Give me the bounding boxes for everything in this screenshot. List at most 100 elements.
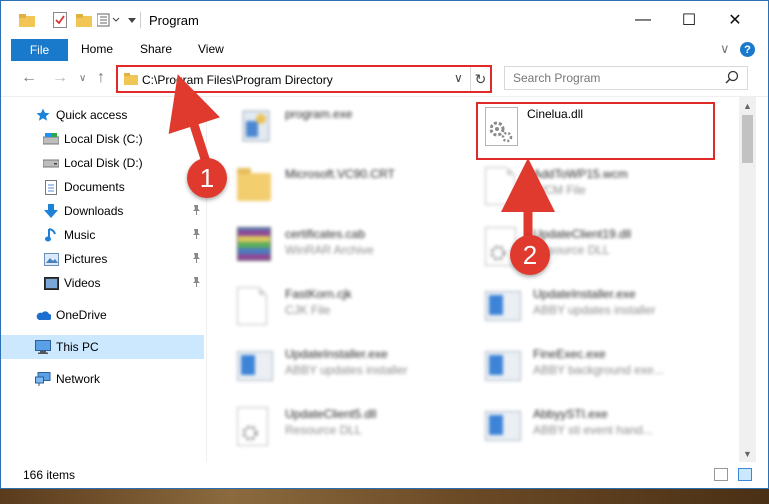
- navigation-bar: ← → ∨ ↑ C:\Program Files\Program Directo…: [1, 61, 768, 97]
- list-item[interactable]: FastKorn.cjk CJK File: [215, 279, 455, 335]
- sidebar-item-pictures[interactable]: Pictures: [1, 247, 204, 271]
- vertical-scrollbar[interactable]: ▲ ▼: [739, 97, 756, 462]
- address-dropdown-icon[interactable]: ∨: [454, 71, 463, 85]
- sidebar-item-videos[interactable]: Videos: [1, 271, 204, 295]
- file-type: ABBY background exe...: [533, 363, 664, 377]
- status-bar: 166 items: [1, 462, 768, 488]
- customize-toolbar-icon[interactable]: [97, 11, 125, 29]
- sidebar-item-label: Downloads: [64, 204, 124, 218]
- pin-icon[interactable]: [191, 277, 201, 290]
- ribbon: File Home Share View ∨ ?: [1, 39, 768, 61]
- close-button[interactable]: ✕: [712, 1, 758, 39]
- dll-icon: [237, 407, 273, 447]
- properties-icon[interactable]: [53, 11, 67, 29]
- computer-icon: [35, 339, 51, 355]
- music-icon: [43, 227, 59, 243]
- tab-home[interactable]: Home: [81, 42, 113, 56]
- pin-icon[interactable]: [191, 253, 201, 266]
- sidebar-item-documents[interactable]: Documents: [1, 175, 204, 199]
- scroll-down-icon[interactable]: ▼: [739, 445, 756, 462]
- list-item[interactable]: certificates.cab WinRAR Archive: [215, 219, 455, 275]
- pin-icon[interactable]: [191, 205, 201, 218]
- drive-icon: [43, 131, 59, 147]
- file-type: Resource DLL: [285, 423, 362, 437]
- tab-share[interactable]: Share: [140, 42, 172, 56]
- file-name: FastKorn.cjk: [285, 287, 352, 301]
- address-path[interactable]: C:\Program Files\Program Directory: [142, 73, 333, 87]
- help-icon[interactable]: ?: [740, 42, 755, 57]
- documents-icon: [43, 179, 59, 195]
- address-bar[interactable]: C:\Program Files\Program Directory ∨ ↻: [116, 65, 492, 93]
- navigation-pane: Quick access Local Disk (C:) Local Disk …: [1, 97, 206, 462]
- list-item[interactable]: UpdateInstaller.exe ABBY updates install…: [215, 339, 455, 395]
- star-icon: [35, 107, 51, 123]
- pin-icon[interactable]: [191, 229, 201, 242]
- forward-button[interactable]: →: [52, 69, 68, 87]
- sidebar-item-label: Pictures: [64, 252, 108, 266]
- file-name: FineExec.exe: [533, 347, 606, 361]
- sidebar-item-local-disk-c[interactable]: Local Disk (C:): [1, 127, 204, 151]
- scroll-up-icon[interactable]: ▲: [739, 97, 756, 114]
- search-placeholder: Search Program: [513, 71, 601, 85]
- application-icon: [237, 107, 273, 147]
- folder-icon: [237, 167, 273, 207]
- list-item[interactable]: UpdateInstaller.exe ABBY updates install…: [463, 279, 703, 335]
- document-icon: [485, 167, 521, 207]
- list-item[interactable]: UpdateClient5.dll Resource DLL: [215, 399, 455, 455]
- file-type: ABBY sti event hand...: [533, 423, 653, 437]
- minimize-button[interactable]: —: [620, 1, 666, 39]
- application-icon: [485, 287, 521, 327]
- back-button[interactable]: ←: [21, 69, 37, 87]
- file-name: AddToWP15.wcm: [533, 167, 628, 181]
- refresh-button[interactable]: ↻: [470, 67, 490, 91]
- search-icon[interactable]: [725, 70, 739, 87]
- sidebar-item-music[interactable]: Music: [1, 223, 204, 247]
- list-item[interactable]: Microsoft.VC90.CRT: [215, 159, 455, 215]
- network-icon: [35, 371, 51, 387]
- sidebar-item-onedrive[interactable]: OneDrive: [1, 303, 204, 327]
- folder-icon: [124, 73, 138, 88]
- file-name: AbbyySTI.exe: [533, 407, 608, 421]
- tab-file[interactable]: File: [11, 39, 68, 61]
- tab-view[interactable]: View: [198, 42, 224, 56]
- sidebar-item-network[interactable]: Network: [1, 367, 204, 391]
- archive-icon: [237, 227, 273, 267]
- explorer-window: Program — ☐ ✕ File Home Share View ∨ ? ←…: [0, 0, 769, 489]
- list-item[interactable]: AbbyySTI.exe ABBY sti event hand...: [463, 399, 703, 455]
- list-item[interactable]: AddToWP15.wcm WCM File: [463, 159, 703, 215]
- large-icons-view-button[interactable]: [738, 468, 752, 481]
- up-button[interactable]: ↑: [97, 69, 105, 87]
- application-icon: [237, 347, 273, 387]
- list-item[interactable]: UpdateClient19.dll Resource DLL: [463, 219, 703, 275]
- file-name: Microsoft.VC90.CRT: [285, 167, 395, 181]
- file-type: WCM File: [533, 183, 586, 197]
- sidebar-item-label: Music: [64, 228, 96, 242]
- application-icon: [485, 347, 521, 387]
- sidebar-item-downloads[interactable]: Downloads: [1, 199, 204, 223]
- maximize-button[interactable]: ☐: [666, 1, 712, 39]
- chevron-down-icon[interactable]: [127, 11, 137, 29]
- expand-ribbon-icon[interactable]: ∨: [720, 41, 730, 57]
- sidebar-item-label: Documents: [64, 180, 125, 194]
- list-item[interactable]: FineExec.exe ABBY background exe...: [463, 339, 703, 395]
- file-type: WinRAR Archive: [285, 243, 374, 257]
- list-item[interactable]: program.exe: [215, 99, 455, 155]
- file-name: UpdateInstaller.exe: [285, 347, 388, 361]
- file-type: CJK File: [285, 303, 331, 317]
- sidebar-item-this-pc[interactable]: This PC: [1, 335, 204, 359]
- file-type: ABBY updates installer: [285, 363, 408, 377]
- sidebar-item-quick-access[interactable]: Quick access: [1, 103, 204, 127]
- videos-icon: [43, 275, 59, 291]
- drive-icon: [43, 155, 59, 171]
- details-view-button[interactable]: [714, 468, 728, 481]
- document-icon: [237, 287, 273, 327]
- sidebar-item-local-disk-d[interactable]: Local Disk (D:): [1, 151, 204, 175]
- file-name: UpdateClient5.dll: [285, 407, 377, 421]
- new-folder-icon[interactable]: [76, 11, 92, 29]
- title-bar: Program — ☐ ✕: [1, 1, 768, 39]
- sidebar-item-label: This PC: [56, 340, 99, 354]
- folder-icon: [19, 11, 35, 29]
- recent-locations-button[interactable]: ∨: [79, 73, 86, 84]
- search-input[interactable]: Search Program: [504, 66, 748, 90]
- scroll-thumb[interactable]: [742, 115, 753, 163]
